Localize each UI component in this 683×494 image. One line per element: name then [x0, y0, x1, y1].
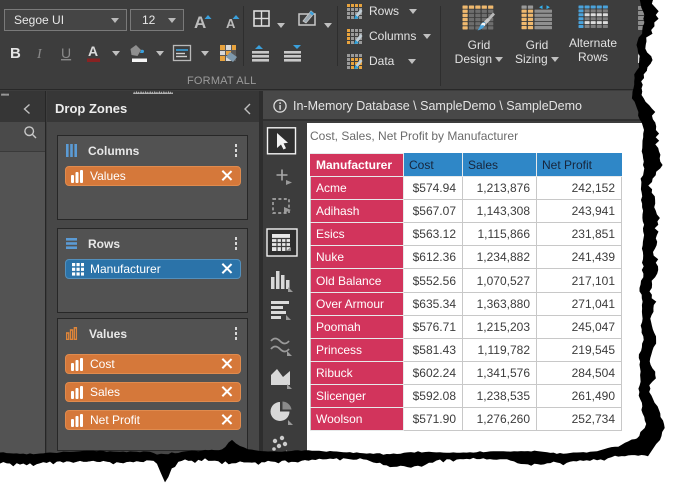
- svg-text:I: I: [36, 47, 43, 62]
- svg-text:A: A: [88, 43, 98, 59]
- svg-text:U: U: [61, 45, 71, 61]
- svg-text:A: A: [194, 13, 206, 32]
- svg-text:B: B: [10, 45, 21, 62]
